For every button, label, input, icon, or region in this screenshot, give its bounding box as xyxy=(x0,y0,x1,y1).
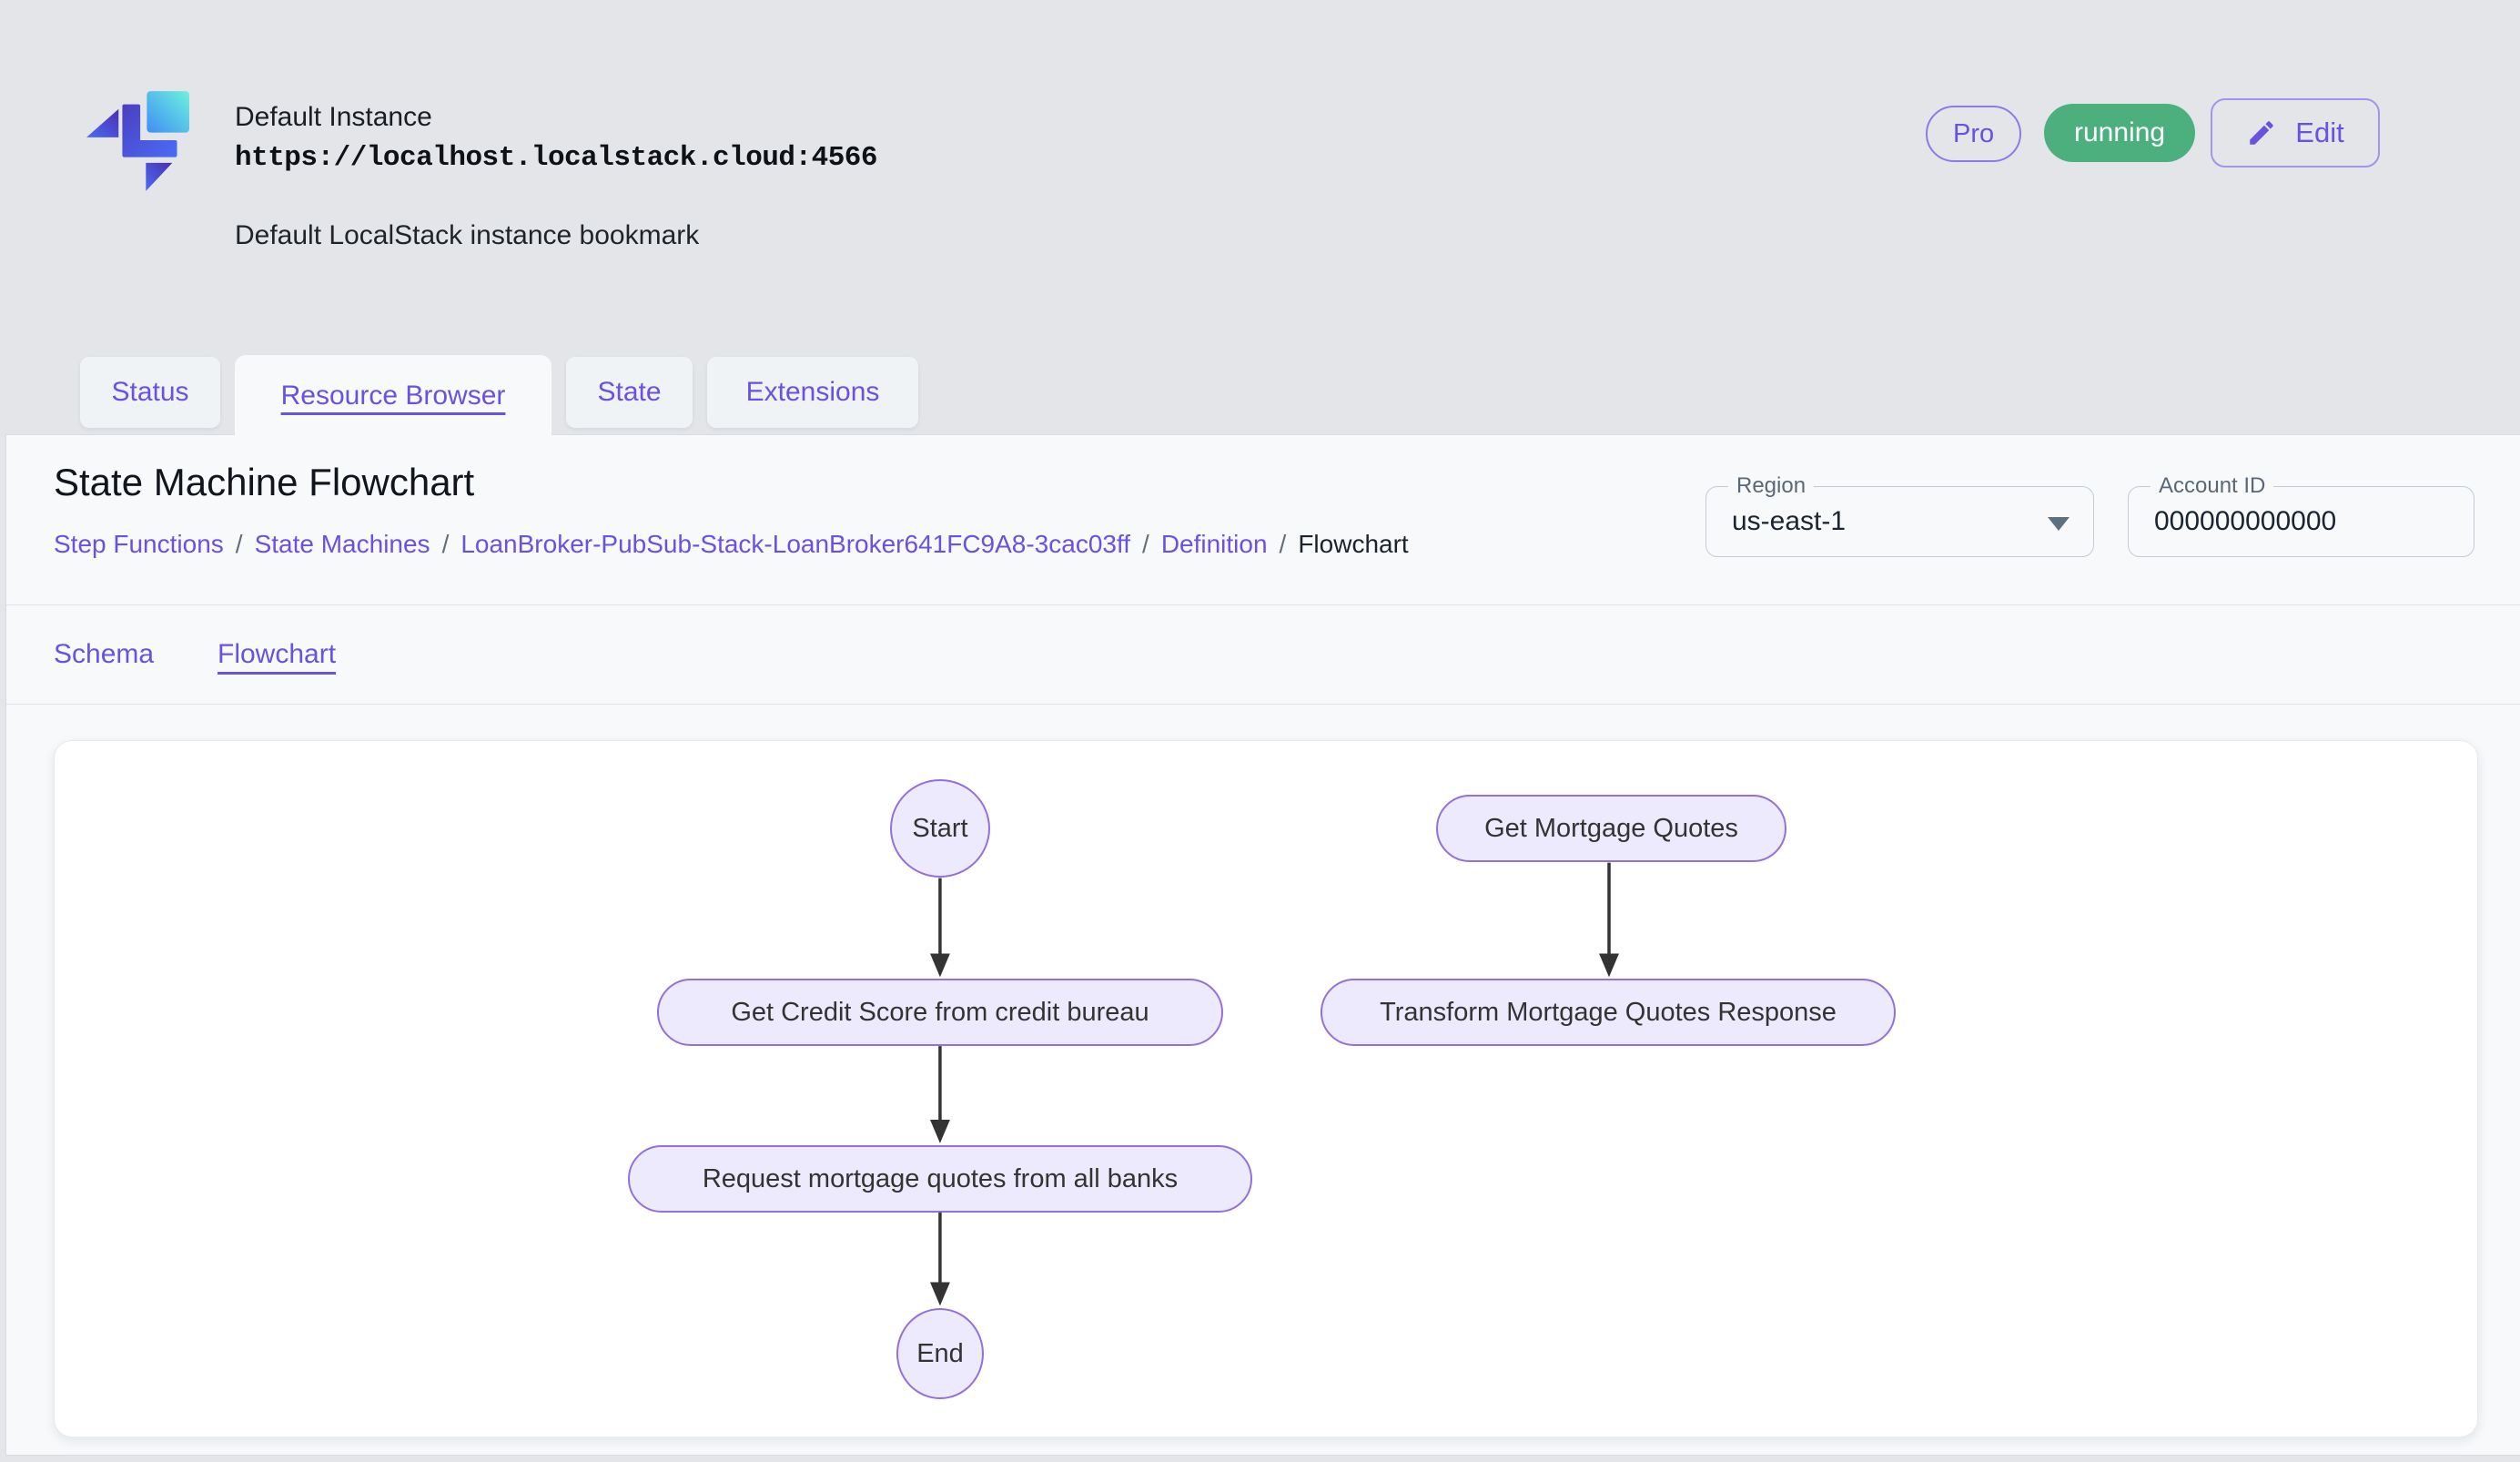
breadcrumb-flowchart: Flowchart xyxy=(1298,530,1408,559)
tab-status-label: Status xyxy=(111,377,188,408)
pencil-icon xyxy=(2246,117,2277,148)
flowchart-canvas: Start Get Mortgage Quotes Get Credit Sco… xyxy=(54,740,2478,1437)
tab-extensions-label: Extensions xyxy=(746,377,880,408)
breadcrumb: Step Functions / State Machines / LoanBr… xyxy=(54,530,1409,559)
breadcrumb-definition[interactable]: Definition xyxy=(1161,530,1268,559)
breadcrumb-separator: / xyxy=(1142,530,1149,559)
flow-node-get-mortgage-quotes: Get Mortgage Quotes xyxy=(1436,795,1786,862)
localstack-app: Default Instance https://localhost.local… xyxy=(0,0,2520,1462)
flow-node-start: Start xyxy=(890,779,990,878)
subtab-schema[interactable]: Schema xyxy=(54,639,154,670)
flow-node-get-credit-score: Get Credit Score from credit bureau xyxy=(657,979,1223,1046)
region-select[interactable]: Region us-east-1 xyxy=(1705,486,2094,557)
account-id-field: Account ID xyxy=(2128,486,2474,557)
flow-node-transform-response: Transform Mortgage Quotes Response xyxy=(1321,979,1896,1046)
section-divider xyxy=(6,604,2520,605)
running-status-badge: running xyxy=(2044,104,2195,162)
flow-node-request-quotes: Request mortgage quotes from all banks xyxy=(628,1145,1252,1213)
tab-state-label: State xyxy=(597,377,661,408)
flow-node-end: End xyxy=(896,1308,984,1399)
page-title: State Machine Flowchart xyxy=(54,461,474,504)
flow-node-end-label: End xyxy=(916,1339,964,1369)
tab-resource-browser[interactable]: Resource Browser xyxy=(235,355,552,436)
instance-description: Default LocalStack instance bookmark xyxy=(235,220,699,251)
chevron-down-icon xyxy=(2048,517,2070,531)
pro-badge: Pro xyxy=(1926,106,2021,162)
tab-status[interactable]: Status xyxy=(80,357,220,428)
region-select-value: us-east-1 xyxy=(1732,487,2046,556)
flow-node-transform-response-label: Transform Mortgage Quotes Response xyxy=(1380,998,1837,1028)
resource-browser-panel: State Machine Flowchart Step Functions /… xyxy=(5,434,2520,1456)
flow-node-get-credit-score-label: Get Credit Score from credit bureau xyxy=(731,998,1149,1028)
flow-node-request-quotes-label: Request mortgage quotes from all banks xyxy=(703,1164,1178,1194)
breadcrumb-separator: / xyxy=(236,530,243,559)
breadcrumb-separator: / xyxy=(1280,530,1287,559)
edit-button-label: Edit xyxy=(2295,117,2343,149)
instance-url: https://localhost.localstack.cloud:4566 xyxy=(235,142,877,174)
flow-node-start-label: Start xyxy=(912,814,967,844)
flowchart-edges xyxy=(55,741,2477,1437)
tab-state[interactable]: State xyxy=(566,357,693,428)
flow-node-get-mortgage-quotes-label: Get Mortgage Quotes xyxy=(1484,814,1738,844)
section-divider xyxy=(6,704,2520,705)
instance-name: Default Instance xyxy=(235,102,432,133)
account-id-input[interactable] xyxy=(2154,487,2426,556)
tab-extensions[interactable]: Extensions xyxy=(707,357,918,428)
localstack-logo xyxy=(86,89,189,193)
breadcrumb-step-functions[interactable]: Step Functions xyxy=(54,530,224,559)
tab-resource-browser-label: Resource Browser xyxy=(281,381,506,411)
breadcrumb-separator: / xyxy=(442,530,450,559)
breadcrumb-state-machine-name[interactable]: LoanBroker-PubSub-Stack-LoanBroker641FC9… xyxy=(460,530,1130,559)
breadcrumb-state-machines[interactable]: State Machines xyxy=(255,530,430,559)
subtab-flowchart[interactable]: Flowchart xyxy=(218,639,336,670)
edit-button[interactable]: Edit xyxy=(2211,98,2380,168)
